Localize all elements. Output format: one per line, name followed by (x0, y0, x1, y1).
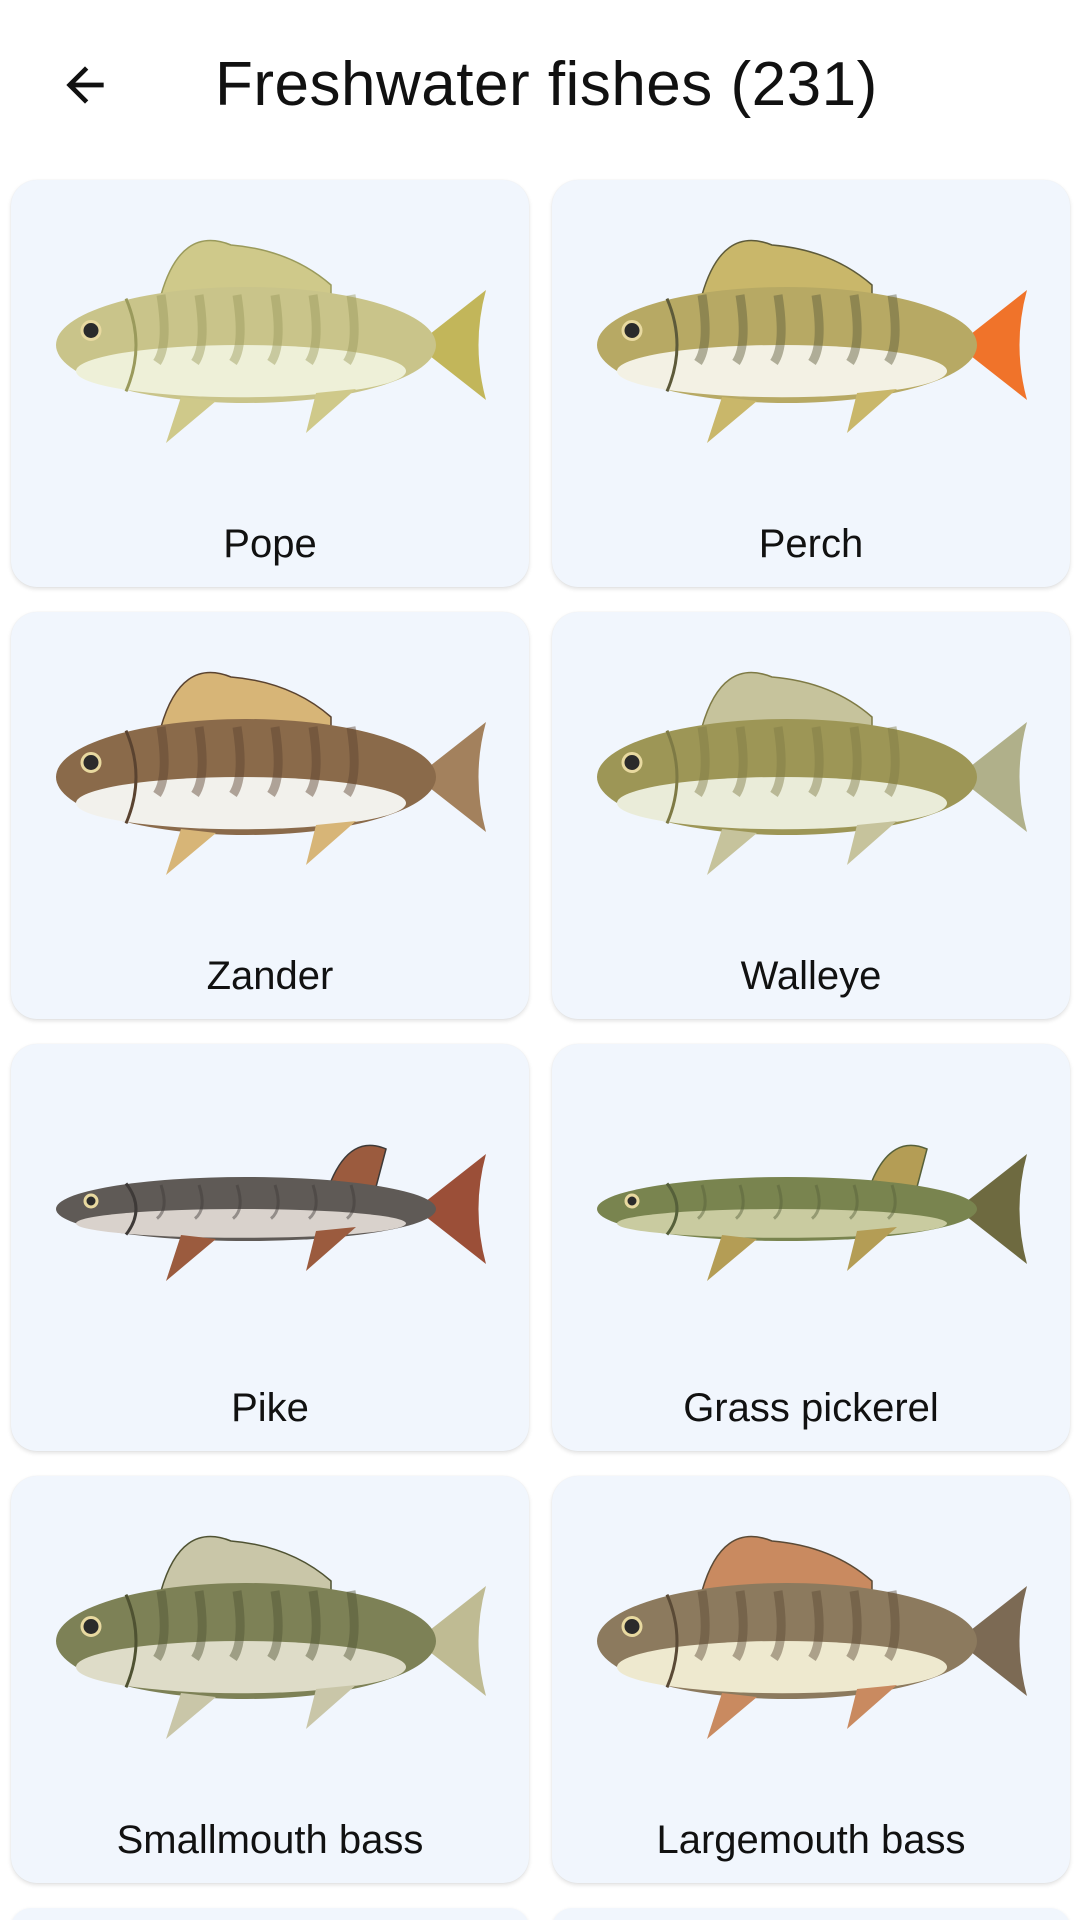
fish-eye (83, 1193, 99, 1209)
fish-illustration (56, 1535, 486, 1739)
fish-illustration (56, 239, 486, 443)
fish-card-label: Pike (231, 1386, 309, 1430)
arrow-left-icon (66, 66, 104, 104)
fish-pelvic-fin (166, 1693, 216, 1739)
fish-card-label: Grass pickerel (683, 1386, 939, 1430)
fish-eye (621, 752, 643, 773)
fish-card-label: Smallmouth bass (116, 1818, 424, 1862)
fish-eye (621, 1616, 643, 1637)
page-title: Freshwater fishes (231) (215, 50, 878, 119)
fish-card[interactable]: Perch (552, 180, 1070, 587)
fish-dorsal-fin (329, 1144, 387, 1188)
fish-card-label: Walleye (740, 954, 882, 998)
fish-grid: Pope Perch Zander Walleye Pike Grass pickerel… (11, 180, 1070, 1883)
fish-card-partial[interactable] (11, 1908, 529, 1920)
fish-card-label: Pope (223, 522, 317, 566)
fish-pelvic-fin (707, 1235, 757, 1281)
fish-illustration (56, 1144, 486, 1281)
fish-card[interactable]: Smallmouth bass (11, 1476, 529, 1883)
fish-illustration (597, 1144, 1027, 1281)
fish-card[interactable]: Walleye (552, 612, 1070, 1019)
fish-card[interactable]: Zander (11, 612, 529, 1019)
fish-eye (80, 320, 102, 341)
fish-illustration (597, 671, 1027, 875)
fish-card[interactable]: Largemouth bass (552, 1476, 1070, 1883)
fish-eye (621, 320, 643, 341)
fish-pelvic-fin (707, 829, 757, 875)
fish-pelvic-fin (707, 1693, 757, 1739)
fish-pelvic-fin (707, 397, 757, 443)
fish-illustration (56, 671, 486, 875)
fish-eye (80, 1616, 102, 1637)
fish-pelvic-fin (166, 829, 216, 875)
back-button[interactable] (50, 50, 120, 120)
fish-card-label: Perch (758, 522, 864, 566)
next-row-partial (11, 1908, 1070, 1920)
app-screen: Freshwater fishes (231) Pope Perch Zander W… (0, 0, 1080, 1920)
fish-card[interactable]: Pike (11, 1044, 529, 1451)
fish-illustration (597, 1535, 1027, 1739)
fish-card-label: Zander (206, 954, 334, 998)
fish-illustration (597, 239, 1027, 443)
top-app-bar: Freshwater fishes (231) (0, 0, 1080, 170)
fish-card-label: Largemouth bass (656, 1818, 966, 1862)
fish-card[interactable]: Grass pickerel (552, 1044, 1070, 1451)
fish-eye (80, 752, 102, 773)
fish-card-partial[interactable] (552, 1908, 1070, 1920)
fish-card[interactable]: Pope (11, 180, 529, 587)
fish-pelvic-fin (166, 1235, 216, 1281)
fish-pelvic-fin (166, 397, 216, 443)
fish-eye (624, 1193, 640, 1209)
fish-dorsal-fin (870, 1144, 928, 1188)
